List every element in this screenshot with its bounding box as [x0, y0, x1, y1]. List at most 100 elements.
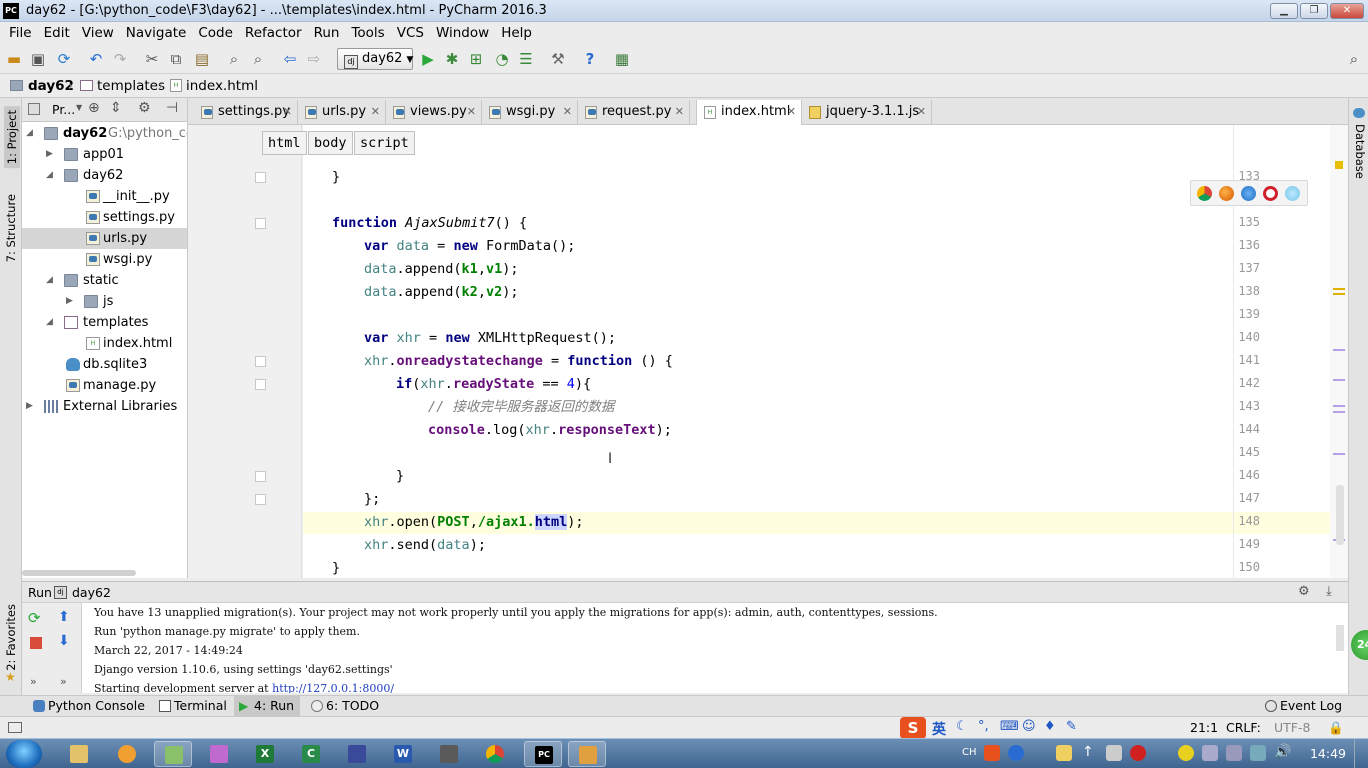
- fold-marker-icon[interactable]: [255, 379, 266, 390]
- tab-python-console[interactable]: Python Console: [28, 696, 151, 717]
- cut-icon[interactable]: ✂: [142, 49, 162, 69]
- language-indicator[interactable]: CH: [962, 747, 977, 758]
- ime-keyboard-icon[interactable]: ⌨: [1000, 719, 1019, 734]
- close-tab-icon[interactable]: ✕: [787, 100, 796, 124]
- ime-tools-icon[interactable]: ✎: [1066, 719, 1077, 734]
- tree-item-js[interactable]: ▶ js: [22, 291, 187, 312]
- fold-marker-icon[interactable]: [255, 494, 266, 505]
- scroll-down-icon[interactable]: ⬇: [58, 633, 70, 649]
- lock-icon[interactable]: 🔒: [1328, 720, 1344, 736]
- tree-item-db-sqlite3[interactable]: db.sqlite3: [22, 354, 187, 375]
- close-tab-icon[interactable]: ✕: [283, 100, 292, 124]
- tray-icon[interactable]: [1106, 745, 1122, 761]
- run-config-select[interactable]: dj day62 ▼: [337, 48, 413, 70]
- menu-edit[interactable]: Edit: [38, 25, 76, 41]
- display-tray-icon[interactable]: [1226, 745, 1242, 761]
- gear-icon[interactable]: ⚙: [138, 100, 151, 116]
- code-editor[interactable]: 133}134135function AjaxSubmit7() {136var…: [188, 125, 1348, 578]
- chevron-down-icon[interactable]: ◢: [46, 270, 53, 291]
- gear-icon[interactable]: ⚙: [1298, 584, 1310, 599]
- chevron-down-icon[interactable]: ▼: [76, 103, 82, 112]
- menu-navigate[interactable]: Navigate: [120, 25, 193, 41]
- settings-icon[interactable]: ⚒: [548, 49, 568, 69]
- project-tool-button[interactable]: 1: Project: [4, 106, 20, 169]
- marker[interactable]: [1333, 405, 1345, 407]
- close-tab-icon[interactable]: ✕: [371, 100, 380, 124]
- marker[interactable]: [1333, 379, 1345, 381]
- stop-icon[interactable]: [30, 637, 42, 649]
- taskbar-tool[interactable]: [430, 741, 468, 767]
- windows-start-icon[interactable]: [6, 740, 42, 768]
- ie-icon[interactable]: [1285, 186, 1300, 201]
- opera-icon[interactable]: [1263, 186, 1278, 201]
- tree-item-templates[interactable]: ◢ templates: [22, 312, 187, 333]
- paste-icon[interactable]: ▤: [192, 49, 212, 69]
- fold-marker-icon[interactable]: [255, 218, 266, 229]
- back-icon[interactable]: ⇦: [280, 49, 300, 69]
- ime-punctuation-icon[interactable]: °,: [978, 719, 989, 734]
- tree-item-external-libraries[interactable]: ▶ External Libraries: [22, 396, 187, 417]
- menu-code[interactable]: Code: [192, 25, 239, 41]
- undo-icon[interactable]: ↶: [86, 49, 106, 69]
- rerun-icon[interactable]: ⟳: [28, 609, 41, 627]
- save-icon[interactable]: ▣: [28, 49, 48, 69]
- project-view-select[interactable]: Pr...: [52, 102, 75, 117]
- tree-item-day62-root[interactable]: ◢ day62 G:\python_cod: [22, 123, 187, 144]
- update-badge[interactable]: 24: [1351, 630, 1368, 660]
- tree-item-wsgi-py[interactable]: wsgi.py: [22, 249, 187, 270]
- tray-icon[interactable]: [1056, 745, 1072, 761]
- menu-run[interactable]: Run: [308, 25, 346, 41]
- taskbar-paint[interactable]: [200, 741, 238, 767]
- taskbar-clock[interactable]: 14:49: [1310, 746, 1346, 761]
- sogou-ime-icon[interactable]: S: [900, 717, 926, 739]
- menu-tools[interactable]: Tools: [345, 25, 390, 41]
- volume-icon[interactable]: 🔊: [1274, 744, 1291, 760]
- maximize-button[interactable]: ❐: [1300, 3, 1328, 19]
- line-separator[interactable]: CRLF:: [1226, 720, 1261, 735]
- tab-run[interactable]: ▶ 4: Run: [234, 696, 301, 717]
- favorites-tool-button[interactable]: 2: Favorites: [4, 604, 18, 671]
- close-tab-icon[interactable]: ✕: [563, 100, 572, 124]
- open-folder-icon[interactable]: ▬: [4, 49, 24, 69]
- menu-view[interactable]: View: [76, 25, 120, 41]
- taskbar-explorer[interactable]: [60, 741, 98, 767]
- hide-panel-icon[interactable]: ⊣: [166, 100, 178, 116]
- debug-icon[interactable]: ✱: [442, 49, 462, 69]
- tree-item-urls-py[interactable]: urls.py: [22, 228, 187, 249]
- tab-jquery-js[interactable]: jquery-3.1.1.js ✕: [802, 100, 932, 125]
- database-tool-button[interactable]: Database: [1353, 124, 1367, 179]
- tab-views-py[interactable]: views.py ✕: [386, 100, 482, 125]
- tree-item-index-html[interactable]: H index.html: [22, 333, 187, 354]
- help-icon[interactable]: ?: [580, 49, 600, 69]
- more-icon[interactable]: »: [60, 675, 67, 688]
- sogou-tray-icon[interactable]: [984, 745, 1000, 761]
- firefox-icon[interactable]: [1219, 186, 1234, 201]
- taskbar-excel[interactable]: X: [246, 741, 284, 767]
- find-icon[interactable]: ⌕: [224, 49, 244, 69]
- replace-icon[interactable]: ⌕: [248, 49, 268, 69]
- taskbar-save[interactable]: [338, 741, 376, 767]
- marker[interactable]: [1333, 288, 1345, 290]
- tab-settings-py[interactable]: settings.py ✕: [194, 100, 298, 125]
- menu-file[interactable]: File: [3, 25, 38, 41]
- profile-icon[interactable]: ◔: [492, 49, 512, 69]
- breadcrumb-file[interactable]: index.html: [186, 78, 258, 94]
- help-tray-icon[interactable]: [1008, 745, 1024, 761]
- structure-tool-button[interactable]: 7: Structure: [4, 194, 18, 262]
- vertical-scrollbar[interactable]: [1336, 485, 1344, 545]
- tag-html[interactable]: html: [262, 131, 307, 155]
- more-icon[interactable]: »: [30, 675, 37, 688]
- taskbar-word[interactable]: W: [384, 741, 422, 767]
- taskbar-code[interactable]: C: [292, 741, 330, 767]
- tab-index-html[interactable]: Hindex.html ✕: [696, 100, 802, 125]
- fold-marker-icon[interactable]: [255, 172, 266, 183]
- ime-user-icon[interactable]: ☺: [1022, 719, 1036, 734]
- tag-script[interactable]: script: [354, 131, 415, 155]
- collapse-all-icon[interactable]: ⇕: [110, 100, 122, 116]
- tab-todo[interactable]: 6: TODO: [306, 696, 385, 717]
- marker[interactable]: [1333, 293, 1345, 295]
- ime-skin-icon[interactable]: ♦: [1044, 719, 1056, 734]
- taskbar-pycharm[interactable]: PC: [524, 741, 562, 767]
- caret-position[interactable]: 21:1: [1190, 720, 1218, 735]
- close-tab-icon[interactable]: ✕: [675, 100, 684, 124]
